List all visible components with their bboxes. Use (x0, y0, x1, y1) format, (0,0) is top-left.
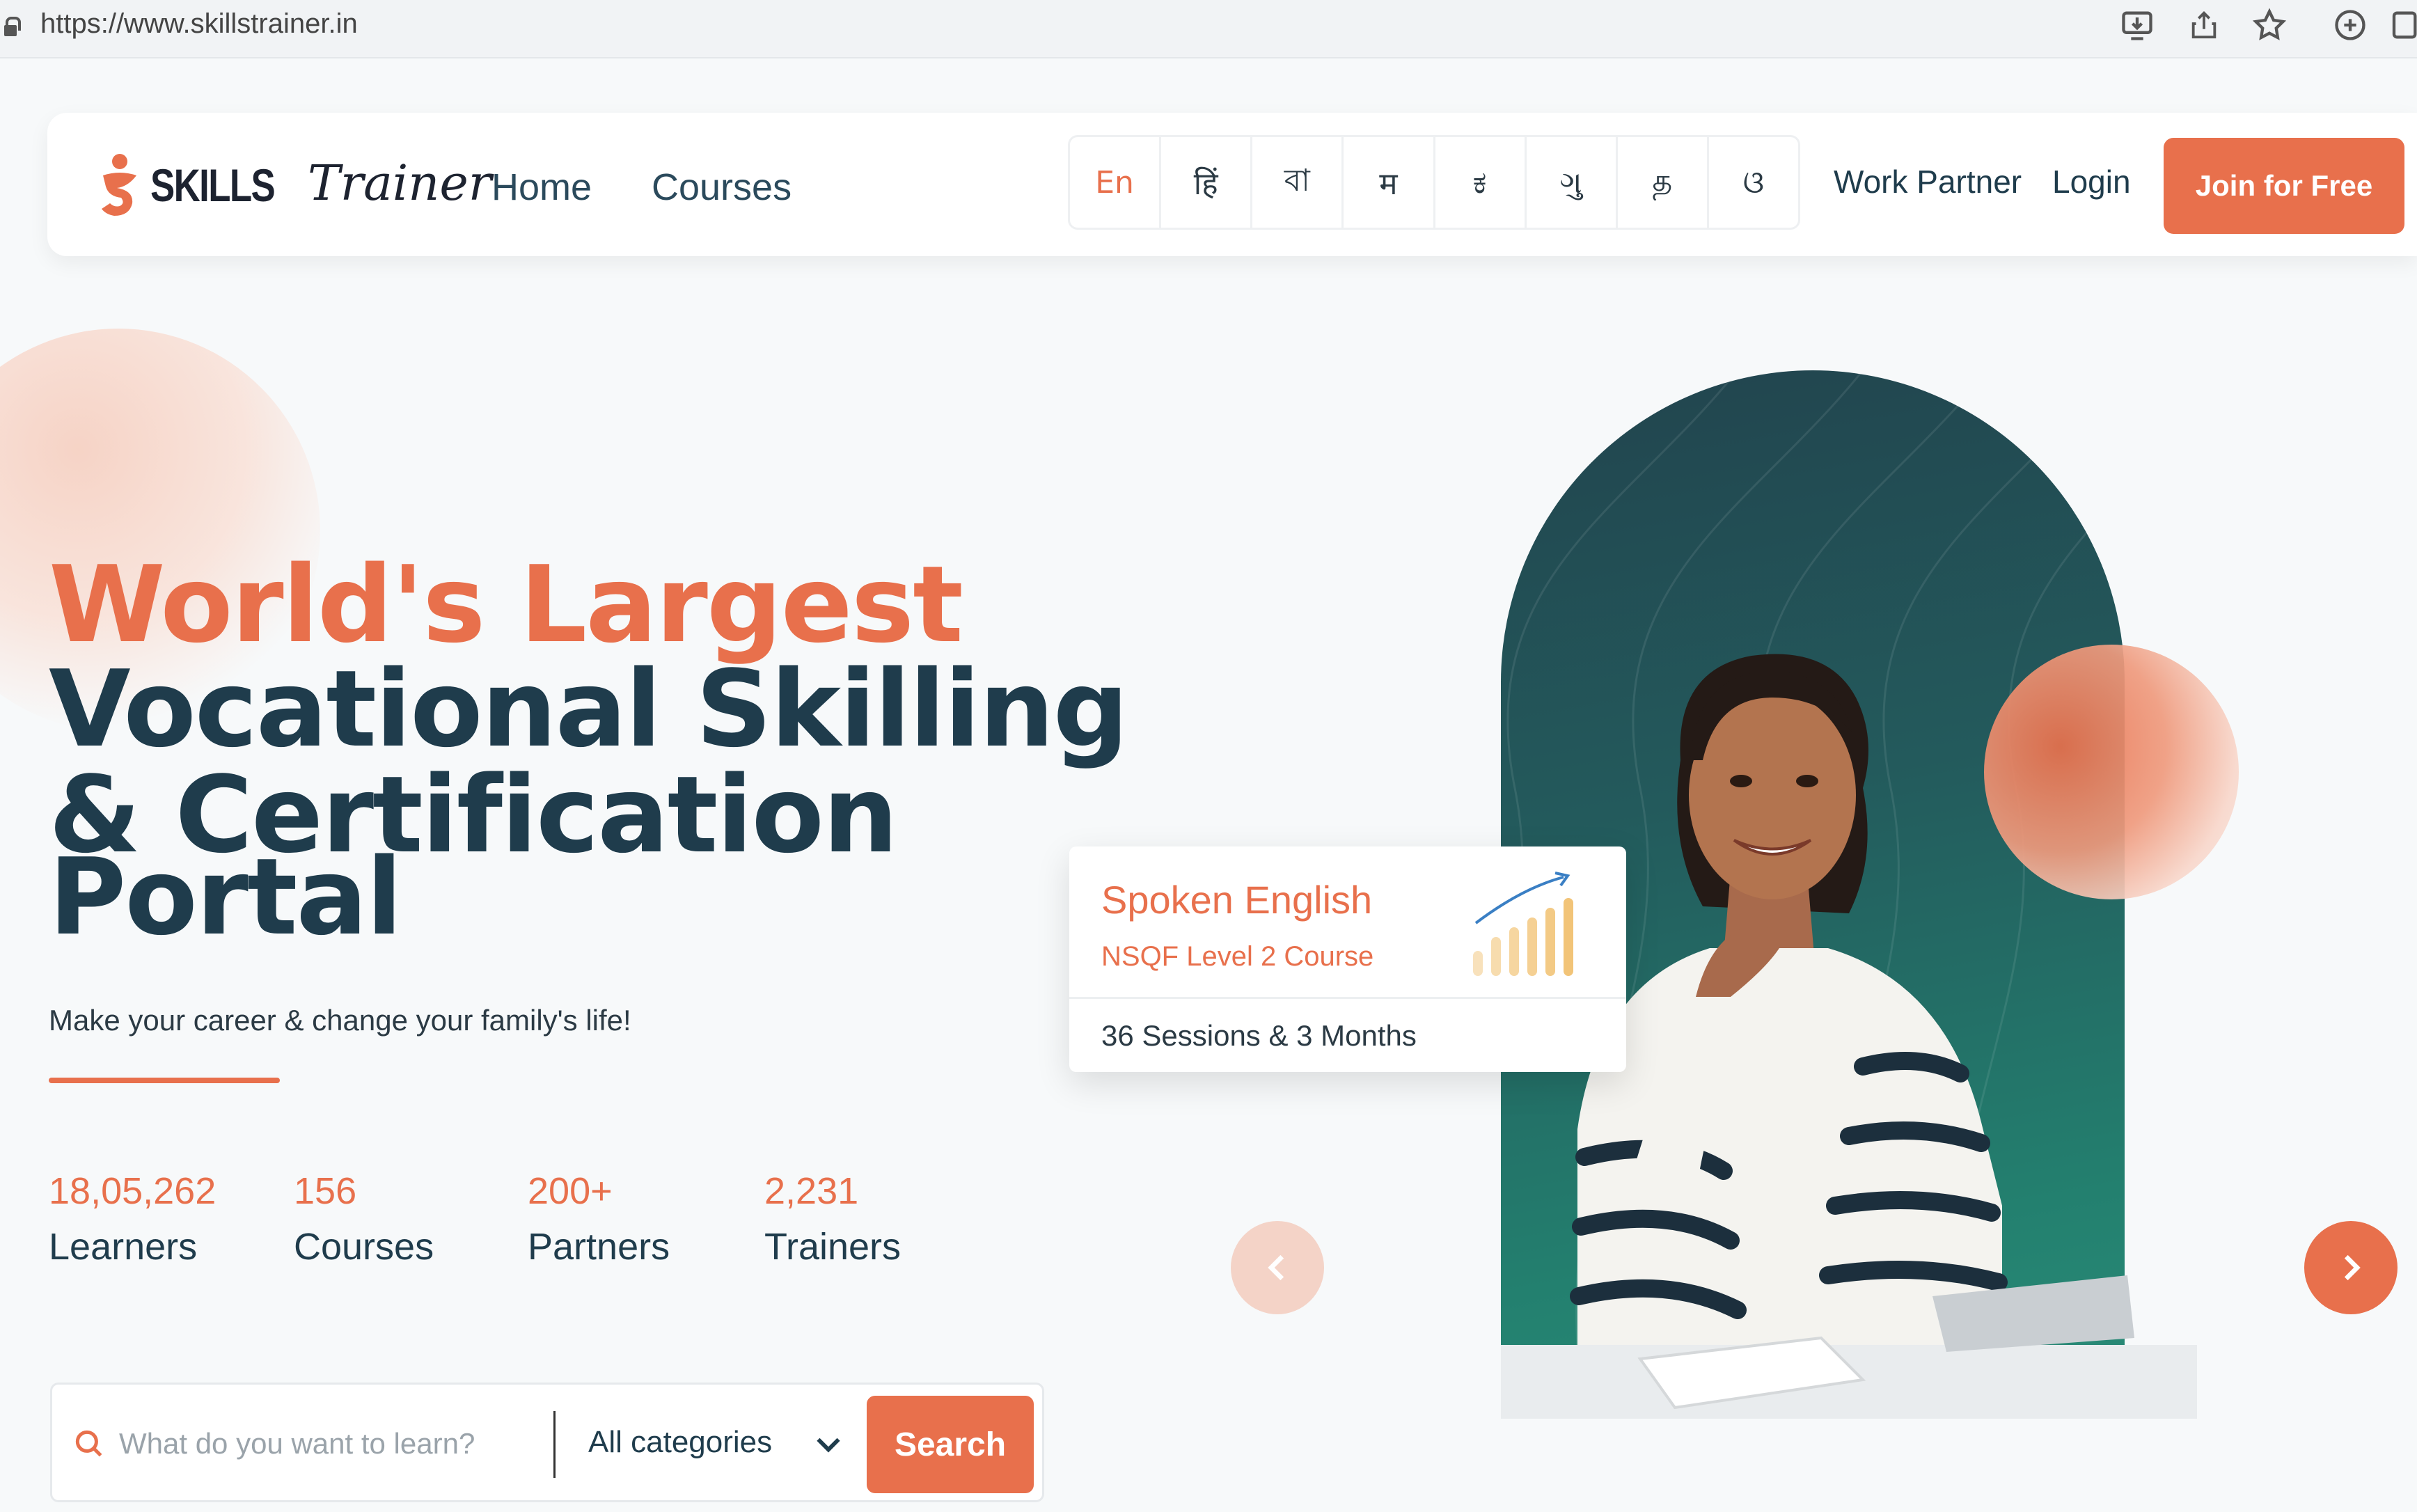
stat-value: 18,05,262 (49, 1170, 216, 1212)
stat-trainers: 2,231 Trainers (764, 1170, 901, 1268)
course-search-bar: All categories Search (50, 1383, 1044, 1502)
lang-odia[interactable]: ଓ (1709, 137, 1798, 228)
tagline-underline (49, 1078, 280, 1083)
install-app-icon[interactable] (2116, 7, 2158, 49)
stat-value: 2,231 (764, 1170, 859, 1212)
course-level: NSQF Level 2 Course (1101, 941, 1374, 972)
address-url[interactable]: https://www.skillstrainer.in (40, 8, 358, 40)
search-input[interactable] (119, 1412, 578, 1475)
lang-english[interactable]: En (1070, 137, 1162, 228)
search-divider (553, 1411, 556, 1478)
course-title: Spoken English (1101, 878, 1373, 922)
lang-bengali[interactable]: বা (1252, 137, 1344, 228)
site-header: SKILLS Trainer Home Courses En हिं বা म … (47, 113, 2417, 256)
stat-label: Trainers (764, 1226, 902, 1268)
lang-gujarati[interactable]: ગુ (1527, 137, 1618, 228)
hero-title-line2: Vocational Skilling (49, 647, 1128, 771)
course-card[interactable]: Spoken English NSQF Level 2 Course 36 Se… (1069, 846, 1626, 1072)
logo-text-skills: SKILLS (150, 159, 276, 211)
share-icon[interactable] (2183, 7, 2225, 49)
language-switcher: En हिं বা म ಕ ગુ த ଓ (1068, 135, 1800, 230)
logo-mark-icon (102, 154, 136, 216)
lang-marathi[interactable]: म (1344, 137, 1435, 228)
stat-value: 156 (294, 1170, 357, 1212)
login-link[interactable]: Login (2052, 163, 2131, 200)
hero-tagline: Make your career & change your family's … (49, 1004, 631, 1037)
growth-chart-icon (1473, 872, 1573, 976)
hero-title-line4: Portal (49, 835, 402, 959)
carousel-prev-button[interactable] (1231, 1221, 1324, 1314)
lock-icon (4, 17, 21, 36)
browser-address-bar: https://www.skillstrainer.in (0, 0, 2417, 58)
work-partner-link[interactable]: Work Partner (1834, 163, 2022, 200)
search-icon (75, 1430, 102, 1457)
course-card-divider (1069, 997, 1626, 999)
stat-learners: 18,05,262 Learners (49, 1170, 216, 1268)
chevron-right-icon (2344, 1254, 2361, 1281)
stat-value: 200+ (528, 1170, 613, 1212)
skillstrainer-logo[interactable]: SKILLS Trainer (93, 149, 491, 219)
chevron-left-icon (1268, 1254, 1284, 1281)
category-select[interactable]: All categories (588, 1425, 772, 1460)
stat-label: Partners (528, 1226, 670, 1268)
bookmark-star-icon[interactable] (2249, 7, 2290, 49)
stat-courses: 156 Courses (294, 1170, 434, 1268)
stat-label: Courses (294, 1226, 434, 1268)
logo-text-trainer: Trainer (308, 155, 492, 212)
course-duration: 36 Sessions & 3 Months (1101, 1019, 1417, 1052)
lang-kannada[interactable]: ಕ (1435, 137, 1527, 228)
join-for-free-button[interactable]: Join for Free (2164, 138, 2404, 234)
carousel-next-button[interactable] (2304, 1221, 2398, 1314)
chevron-down-icon[interactable] (811, 1426, 846, 1461)
stat-label: Learners (49, 1226, 198, 1268)
stat-partners: 200+ Partners (528, 1170, 670, 1268)
nav-courses[interactable]: Courses (652, 166, 792, 209)
lang-tamil[interactable]: த (1618, 137, 1709, 228)
extension-icon[interactable] (2329, 7, 2371, 49)
lang-hindi[interactable]: हिं (1161, 137, 1253, 228)
search-button[interactable]: Search (867, 1396, 1034, 1493)
nav-home[interactable]: Home (491, 166, 592, 209)
sidebar-icon[interactable] (2389, 7, 2417, 49)
